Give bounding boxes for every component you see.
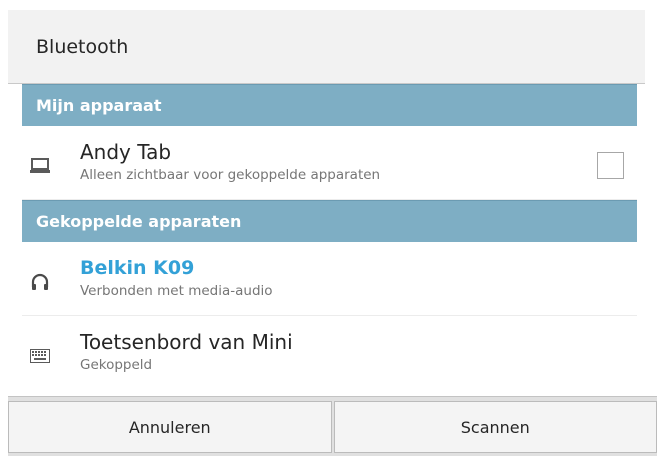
keyboard-icon — [30, 346, 50, 366]
scan-button[interactable]: Scannen — [333, 401, 657, 453]
my-device-visibility: Alleen zichtbaar voor gekoppelde apparat… — [80, 167, 381, 183]
visibility-checkbox[interactable] — [597, 152, 624, 179]
laptop-icon — [30, 156, 50, 176]
paired-device-status: Gekoppeld — [80, 357, 153, 373]
headphones-icon — [30, 272, 50, 292]
paired-device-name: Belkin K09 — [80, 257, 195, 279]
dialog-button-bar: Annuleren Scannen — [8, 396, 657, 456]
paired-device-row[interactable]: Belkin K09 Verbonden met media-audio — [22, 242, 637, 316]
section-paired-devices: Gekoppelde apparaten — [22, 200, 637, 242]
my-device-name: Andy Tab — [80, 140, 172, 164]
section-my-device: Mijn apparaat — [22, 84, 637, 126]
paired-device-row[interactable]: Toetsenbord van Mini Gekoppeld — [22, 316, 637, 390]
bluetooth-device-list: Mijn apparaat Andy Tab Alleen zichtbaar … — [22, 84, 637, 394]
my-device-row[interactable]: Andy Tab Alleen zichtbaar voor gekoppeld… — [22, 126, 637, 200]
dialog-title: Bluetooth — [36, 35, 129, 58]
paired-device-name: Toetsenbord van Mini — [80, 330, 293, 354]
cancel-button[interactable]: Annuleren — [8, 401, 332, 453]
paired-device-status: Verbonden met media-audio — [80, 283, 273, 299]
dialog-header: Bluetooth — [8, 10, 645, 84]
